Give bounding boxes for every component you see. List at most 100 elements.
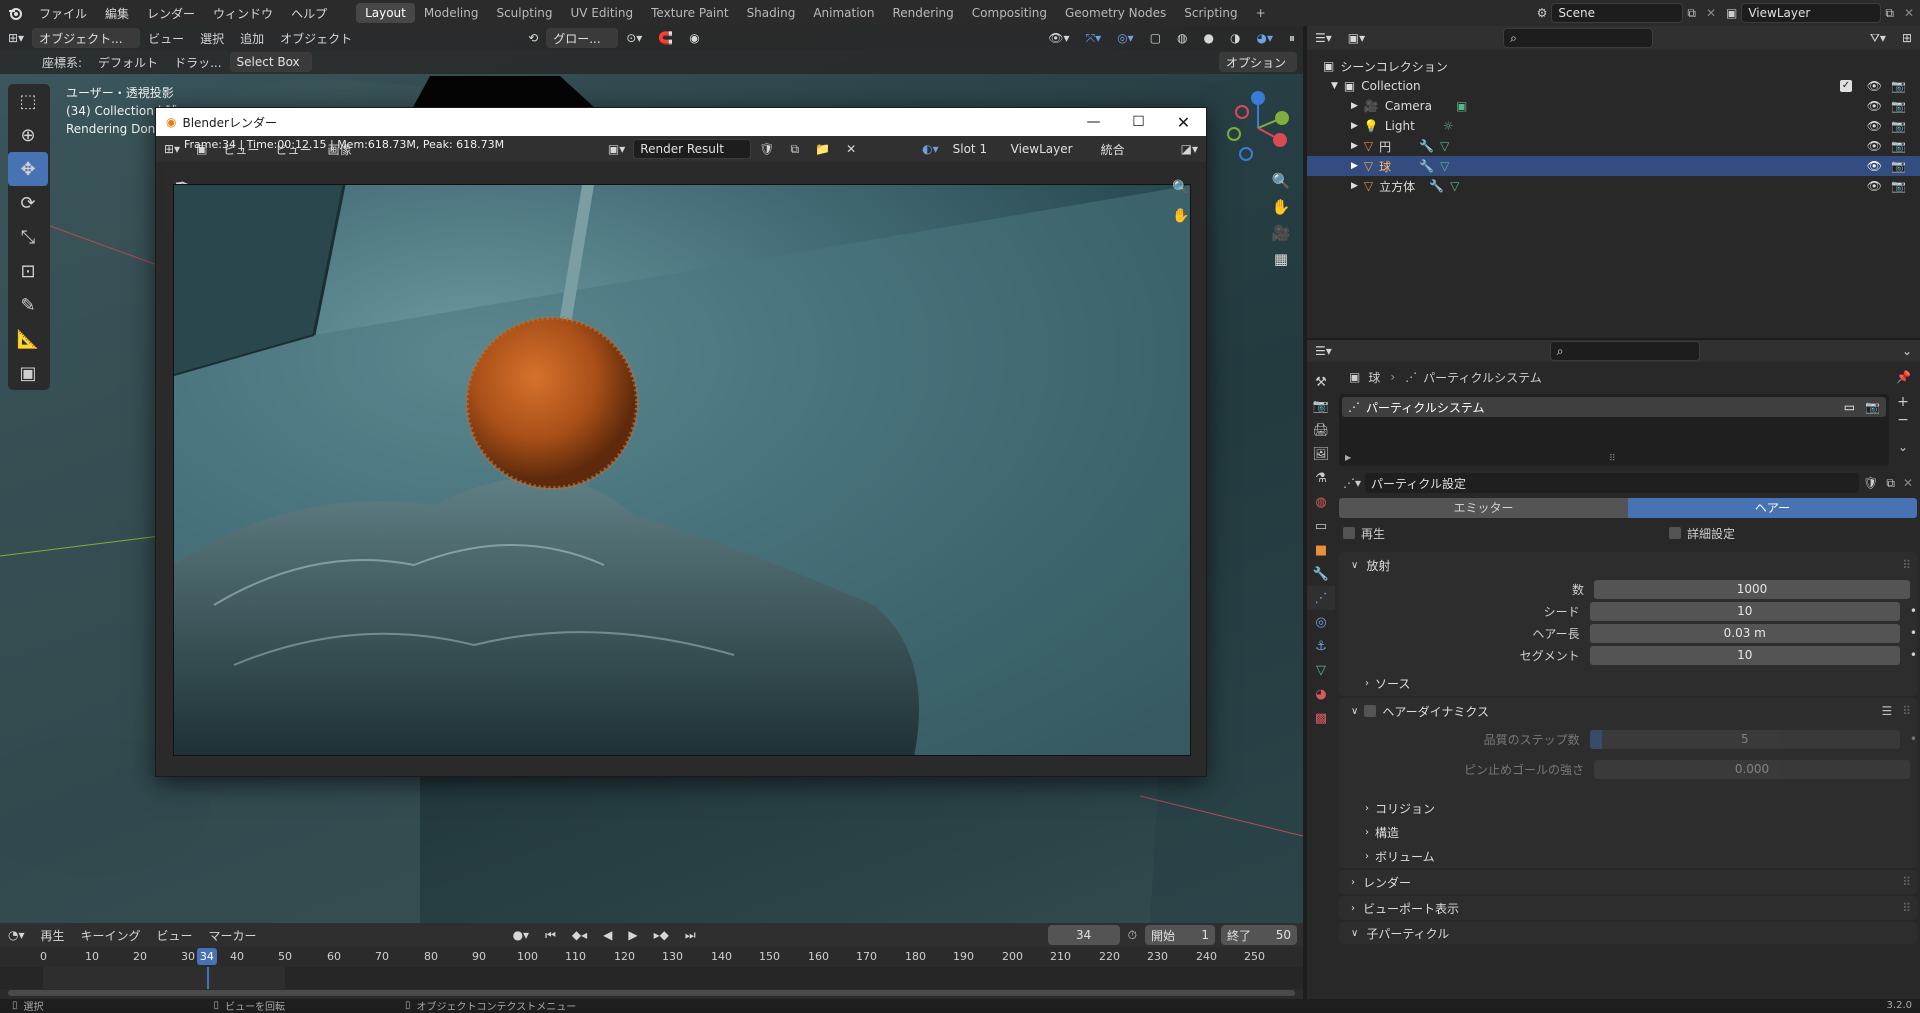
tab-sculpting[interactable]: Sculpting [487, 3, 561, 23]
jump-end-icon[interactable]: ⏭ [677, 928, 704, 943]
render-result-image[interactable] [173, 184, 1191, 756]
render-window[interactable]: ◉ Blenderレンダー — ☐ ✕ ⊞▾ ▣ ビュー ビュー 画像 ▣▾ R… [155, 107, 1207, 777]
gizmo-toggle-icon[interactable]: ⤧▾ [1078, 31, 1110, 46]
material-tab-icon[interactable]: ◕ [1307, 682, 1335, 706]
outliner-item-light[interactable]: ▶ 💡 Light ☼ 👁 📷 [1307, 116, 1920, 136]
fake-user-shield-icon[interactable]: 🛡 [1859, 476, 1882, 490]
view-layer-selector[interactable]: ViewLayer [1741, 3, 1882, 23]
data-tab-icon[interactable]: ▽ [1307, 658, 1335, 682]
new-image-icon[interactable]: ⧉ [783, 142, 808, 157]
quality-steps-field[interactable]: 5 [1589, 729, 1900, 749]
modifier-wrench-icon[interactable]: 🔧 [1415, 179, 1444, 193]
wireframe-shading-icon[interactable]: ◍ [1169, 31, 1195, 45]
volume-subpanel-header[interactable]: › ボリューム [1339, 844, 1917, 868]
expand-arrow-icon[interactable]: ▶ [1351, 101, 1364, 111]
tab-layout[interactable]: Layout [356, 3, 415, 23]
render-zoom-icon[interactable]: 🔍 [1172, 174, 1189, 202]
properties-search-input[interactable]: ⌕ [1549, 341, 1700, 361]
tab-shading[interactable]: Shading [738, 3, 805, 23]
unlink-settings-icon[interactable]: ✕ [1899, 476, 1917, 490]
mesh-data-icon[interactable]: ▽ [1434, 139, 1449, 153]
auto-keying-icon[interactable]: ●▾ [505, 928, 538, 942]
particle-system-list-item[interactable]: ⋰ パーティクルシステム ▭ 📷 [1342, 397, 1886, 417]
pause-render-icon[interactable]: ⏸ [1281, 31, 1303, 46]
add-particle-system-icon[interactable]: + [1897, 394, 1909, 410]
advanced-checkbox[interactable] [1669, 527, 1682, 539]
tab-rendering[interactable]: Rendering [884, 3, 963, 23]
panel-drag-handle-icon[interactable]: ⠿ [1902, 704, 1917, 718]
visibility-icon[interactable]: 👁▾ [1040, 31, 1077, 45]
editor-type-icon[interactable]: ⊞▾ [0, 31, 32, 45]
render-view-layer-selector[interactable]: ViewLayer [1004, 139, 1095, 159]
modifier-wrench-icon[interactable]: 🔧 [1391, 139, 1434, 153]
new-view-layer-icon[interactable]: ⧉ [1881, 6, 1898, 21]
filter-icon[interactable]: ⛛▾ [1862, 31, 1894, 46]
overlay-toggle-icon[interactable]: ◎▾ [1109, 31, 1142, 45]
scopes-icon[interactable]: ◪▾ [1173, 142, 1206, 156]
mode-selector[interactable]: オブジェクト... [32, 28, 141, 48]
coord-system-selector[interactable]: デフォルト [90, 54, 166, 71]
view-layer-icon[interactable]: ▣ [1722, 6, 1741, 20]
options-dropdown[interactable]: オプション [1219, 52, 1297, 72]
render-window-titlebar[interactable]: ◉ Blenderレンダー — ☐ ✕ [156, 108, 1206, 136]
particles-tab-icon[interactable]: ⋰ [1307, 586, 1335, 610]
outliner-item-cube[interactable]: ▶ ▽ 立方体 🔧 ▽ 👁 📷 [1307, 176, 1920, 196]
navigation-gizmo[interactable] [1218, 88, 1298, 168]
play-reverse-icon[interactable]: ◀ [595, 928, 620, 942]
visibility-eye-icon[interactable]: 👁 [1867, 119, 1882, 133]
presets-list-icon[interactable]: ☰ [1881, 704, 1902, 718]
properties-options-icon[interactable]: ⌄ [1894, 344, 1920, 358]
select-box-selector[interactable]: Select Box [229, 52, 312, 72]
annotate-tool-icon[interactable]: ✎ [8, 288, 48, 322]
transform-orientation-selector[interactable]: グロー... [546, 28, 619, 48]
show-viewport-icon[interactable]: ▭ [1840, 400, 1859, 414]
rendered-shading-icon[interactable]: ◕▾ [1248, 31, 1281, 45]
play-icon[interactable]: ▶ [620, 928, 645, 942]
timeline-scrollbar[interactable] [8, 990, 1295, 996]
pivot-icon[interactable]: ⊙▾ [618, 31, 650, 45]
jump-keyframe-back-icon[interactable]: ◆◂ [564, 928, 595, 942]
modifiers-tab-icon[interactable]: 🔧 [1307, 562, 1335, 586]
children-panel-header[interactable]: ∨ 子パーティクル [1339, 922, 1917, 944]
pan-hand-icon[interactable]: ✋ [1272, 198, 1291, 216]
modifier-wrench-icon[interactable]: 🔧 [1391, 159, 1434, 173]
show-render-icon[interactable]: 📷 [1859, 400, 1886, 414]
tab-animation[interactable]: Animation [804, 3, 883, 23]
visibility-eye-icon[interactable]: 👁 [1867, 99, 1882, 113]
solid-shading-icon[interactable]: ● [1196, 31, 1222, 45]
hair-length-field[interactable]: 0.03 m [1589, 623, 1900, 643]
menu-file[interactable]: ファイル [30, 5, 96, 22]
expand-arrow-icon[interactable]: ▶ [1351, 121, 1364, 131]
keyframe-dot-icon[interactable]: • [1900, 648, 1917, 662]
list-expand-icon[interactable]: ▶ [1345, 453, 1351, 462]
tab-geometry-nodes[interactable]: Geometry Nodes [1056, 3, 1175, 23]
proportional-edit-icon[interactable]: ◉ [681, 31, 707, 45]
timeline-track[interactable] [0, 967, 1303, 989]
collection-row[interactable]: ▼ ▣ Collection ✓ 👁 📷 [1307, 76, 1920, 96]
add-workspace-button[interactable]: + [1247, 3, 1275, 23]
render-pan-icon[interactable]: ✋ [1172, 202, 1189, 230]
display-mode-icon[interactable]: ▣▾ [1340, 31, 1373, 45]
tool-tab-icon[interactable]: ⚒ [1307, 370, 1335, 394]
add-cube-tool-icon[interactable]: ▣ [8, 356, 48, 390]
cursor-tool-icon[interactable]: ⊕ [8, 118, 48, 152]
segments-field[interactable]: 10 [1589, 645, 1900, 665]
count-field[interactable]: 1000 [1594, 579, 1910, 599]
collection-tab-icon[interactable]: ▭ [1307, 514, 1335, 538]
menu-keying[interactable]: キーイング [73, 927, 149, 944]
visibility-eye-icon[interactable]: 👁 [1867, 79, 1882, 93]
menu-playback[interactable]: 再生 [33, 927, 73, 944]
panel-drag-handle-icon[interactable]: ⠿ [1902, 875, 1917, 889]
hair-type-button[interactable]: ヘアー [1628, 498, 1917, 518]
texture-tab-icon[interactable]: ▩ [1307, 706, 1335, 730]
new-scene-icon[interactable]: ⧉ [1683, 6, 1700, 21]
panel-drag-handle-icon[interactable]: ⠿ [1902, 901, 1917, 915]
expand-arrow-icon[interactable]: ▶ [1351, 161, 1364, 171]
particle-settings-browse-icon[interactable]: ⋰▾ [1339, 476, 1365, 490]
viewport-display-panel-header[interactable]: › ビューポート表示 ⠿ [1339, 896, 1917, 920]
maximize-icon[interactable]: ☐ [1116, 114, 1161, 130]
list-specials-icon[interactable]: ⌄ [1898, 440, 1908, 454]
display-channels-icon[interactable]: ◐▾ [914, 142, 947, 156]
menu-object[interactable]: オブジェクト [272, 30, 360, 47]
tab-scripting[interactable]: Scripting [1175, 3, 1246, 23]
